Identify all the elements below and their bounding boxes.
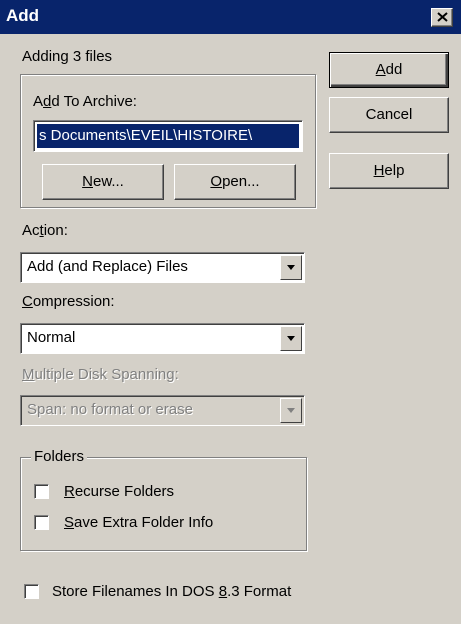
dos-8-3-format-label: Store Filenames In DOS 8.3 Format xyxy=(52,583,292,600)
add-to-archive-label: Add To Archive: xyxy=(33,93,137,110)
action-select[interactable]: Add (and Replace) Files xyxy=(20,252,305,283)
compression-dropdown-button[interactable] xyxy=(280,326,302,351)
dos-8-3-format-checkbox[interactable] xyxy=(24,584,39,599)
add-button[interactable]: Add xyxy=(329,52,449,88)
action-dropdown-button[interactable] xyxy=(280,255,302,280)
open-archive-button[interactable]: Open... xyxy=(174,164,296,200)
close-icon xyxy=(437,12,448,22)
chevron-down-icon xyxy=(287,265,295,270)
new-archive-button[interactable]: New... xyxy=(42,164,164,200)
action-label: Action: xyxy=(22,222,68,239)
archive-path-value: s Documents\EVEIL\HISTOIRE\ xyxy=(37,124,299,148)
archive-path-input[interactable]: s Documents\EVEIL\HISTOIRE\ xyxy=(33,120,303,152)
chevron-down-icon xyxy=(287,336,295,341)
save-extra-folder-info-checkbox[interactable] xyxy=(34,515,49,530)
title-bar[interactable]: Add xyxy=(0,0,461,34)
disk-spanning-value: Span: no format or erase xyxy=(27,401,193,418)
chevron-down-icon xyxy=(287,408,295,413)
recurse-folders-label: Recurse Folders xyxy=(64,483,175,500)
close-button[interactable] xyxy=(431,8,453,27)
save-extra-folder-info-label: Save Extra Folder Info xyxy=(64,514,214,531)
recurse-folders-checkbox[interactable] xyxy=(34,484,49,499)
folders-group-legend: Folders xyxy=(31,448,88,465)
action-value: Add (and Replace) Files xyxy=(27,258,188,275)
compression-select[interactable]: Normal xyxy=(20,323,305,354)
compression-value: Normal xyxy=(27,329,76,346)
compression-label: Compression: xyxy=(22,293,115,310)
disk-spanning-dropdown-button[interactable] xyxy=(280,398,302,423)
window-title: Add xyxy=(6,6,40,25)
cancel-button[interactable]: Cancel xyxy=(329,97,449,133)
disk-spanning-select[interactable]: Span: no format or erase xyxy=(20,395,305,426)
folders-group xyxy=(20,457,307,551)
disk-spanning-label: Multiple Disk Spanning: xyxy=(22,366,179,383)
adding-files-label: Adding 3 files xyxy=(22,48,113,65)
help-button[interactable]: Help xyxy=(329,153,449,189)
